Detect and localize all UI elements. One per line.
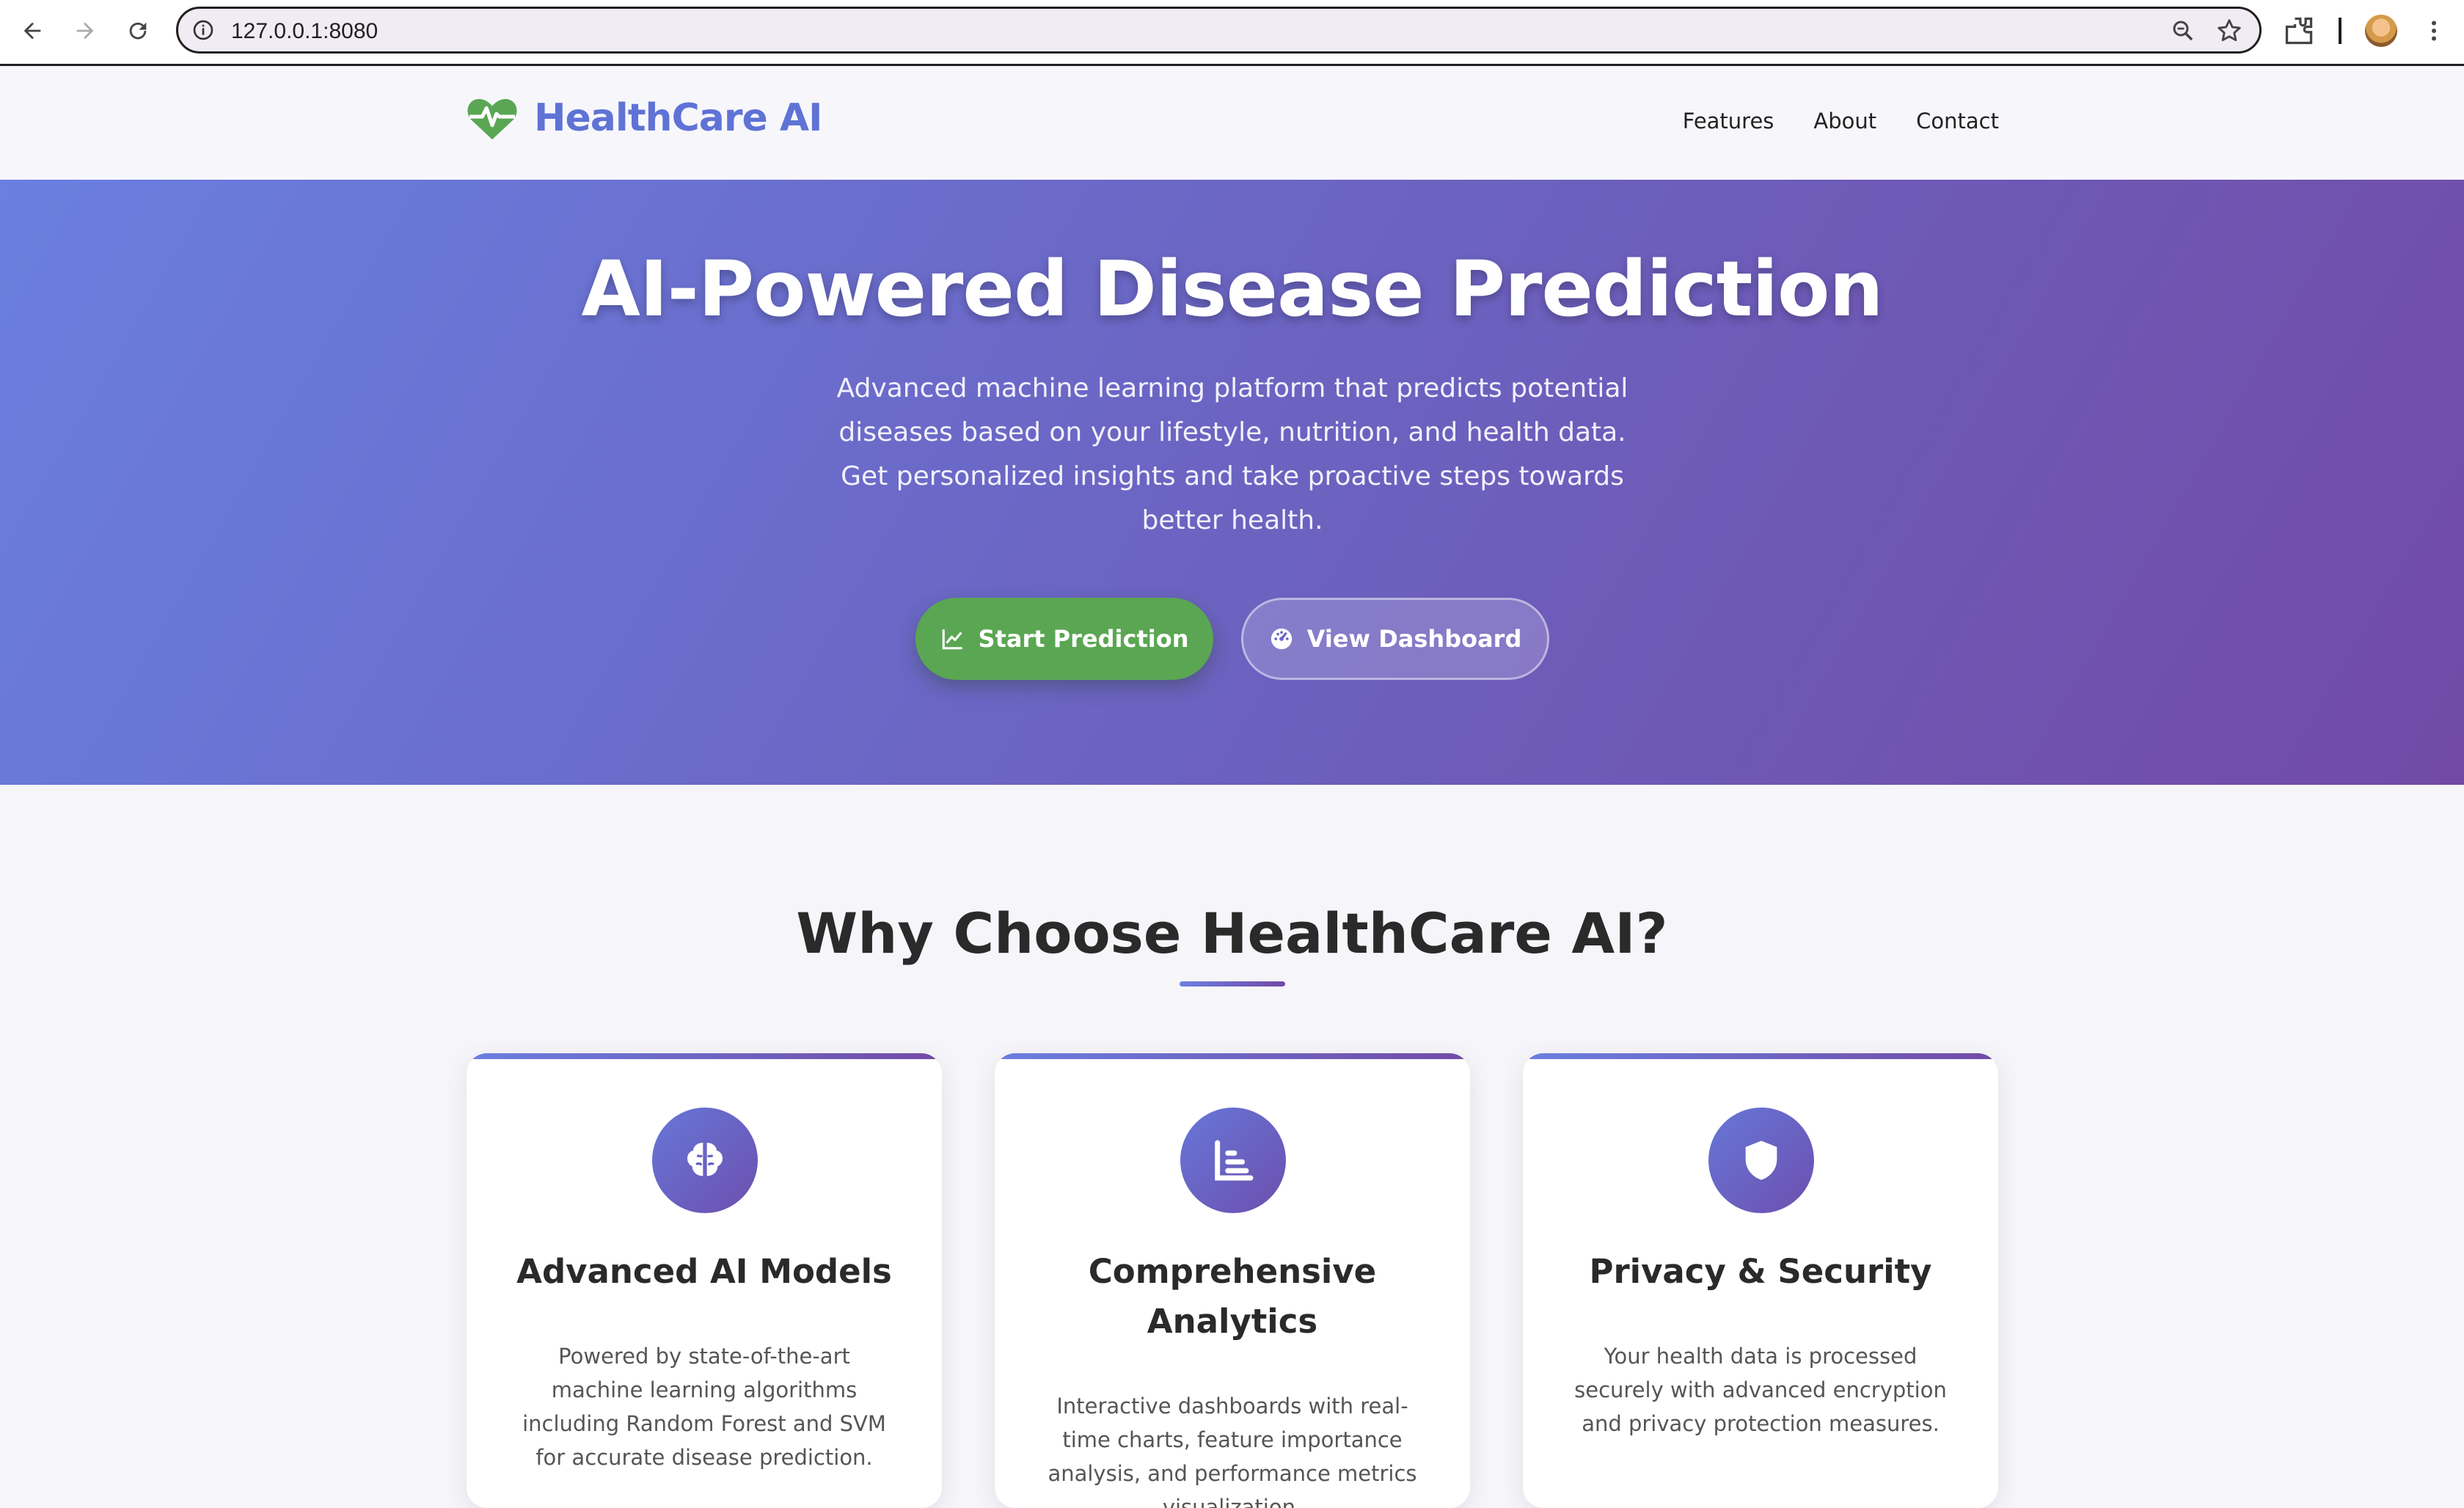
arrow-left-icon bbox=[23, 22, 41, 40]
feature-description: Your health data is processed securely w… bbox=[1574, 1344, 1947, 1436]
back-button[interactable] bbox=[15, 13, 50, 48]
line-chart-icon bbox=[942, 629, 962, 650]
toolbar-divider bbox=[2339, 18, 2341, 44]
feature-card-ai-models: Advanced AI Models Powered by state-of-t… bbox=[467, 1053, 942, 1508]
gauge-icon bbox=[1271, 628, 1292, 650]
bookmark-star-icon[interactable] bbox=[2215, 17, 2243, 45]
feature-card-analytics: Comprehensive Analytics Interactive dash… bbox=[995, 1053, 1470, 1508]
forward-button[interactable] bbox=[67, 13, 103, 48]
nav-link-about[interactable]: About bbox=[1813, 109, 1876, 133]
zoom-icon[interactable] bbox=[2170, 18, 2196, 44]
hero-title: AI-Powered Disease Prediction bbox=[581, 244, 1884, 334]
features-title: Why Choose HealthCare AI? bbox=[796, 901, 1668, 966]
extensions-icon[interactable] bbox=[2283, 15, 2315, 47]
hero-section: AI-Powered Disease Prediction Advanced m… bbox=[0, 180, 2464, 785]
feature-description: Powered by state-of-the-art machine lear… bbox=[522, 1344, 886, 1470]
view-dashboard-button[interactable]: View Dashboard bbox=[1241, 598, 1549, 680]
reload-button[interactable] bbox=[120, 13, 156, 48]
address-bar[interactable]: 127.0.0.1:8080 bbox=[176, 7, 2262, 54]
feature-title: Privacy & Security bbox=[1589, 1252, 1932, 1291]
feature-description: Interactive dashboards with real-time ch… bbox=[1048, 1394, 1417, 1508]
reload-icon bbox=[129, 22, 147, 40]
chart-bar-icon bbox=[1215, 1140, 1254, 1181]
more-menu-icon[interactable] bbox=[2421, 16, 2447, 45]
nav-link-features[interactable]: Features bbox=[1683, 109, 1774, 133]
top-nav: Features About Contact bbox=[1683, 109, 1999, 133]
brain-icon bbox=[687, 1143, 723, 1176]
start-prediction-label: Start Prediction bbox=[978, 625, 1189, 653]
feature-card-privacy: Privacy & Security Your health data is p… bbox=[1523, 1053, 1998, 1508]
heartbeat-icon bbox=[467, 98, 517, 140]
feature-title: Advanced AI Models bbox=[516, 1252, 892, 1291]
brand-logo[interactable]: HealthCare AI bbox=[467, 95, 822, 141]
site-header: HealthCare AI Features About Contact bbox=[0, 66, 2464, 180]
profile-avatar[interactable] bbox=[2365, 15, 2397, 47]
start-prediction-button[interactable]: Start Prediction bbox=[915, 598, 1213, 680]
arrow-right-icon bbox=[76, 22, 94, 40]
feature-title: Comprehensive Analytics bbox=[1088, 1252, 1377, 1341]
shield-icon bbox=[1745, 1141, 1777, 1180]
view-dashboard-label: View Dashboard bbox=[1306, 625, 1522, 653]
nav-link-contact[interactable]: Contact bbox=[1916, 109, 1999, 133]
title-underline bbox=[1180, 981, 1285, 987]
feature-icon-circle bbox=[652, 1108, 758, 1213]
feature-icon-circle bbox=[1708, 1108, 1814, 1213]
hero-subtitle: Advanced machine learning platform that … bbox=[836, 373, 1628, 535]
browser-toolbar: 127.0.0.1:8080 bbox=[0, 0, 2464, 66]
url-text[interactable]: 127.0.0.1:8080 bbox=[231, 19, 378, 44]
info-icon[interactable] bbox=[191, 18, 215, 42]
feature-icon-circle bbox=[1180, 1108, 1286, 1213]
brand-name: HealthCare AI bbox=[534, 96, 822, 140]
